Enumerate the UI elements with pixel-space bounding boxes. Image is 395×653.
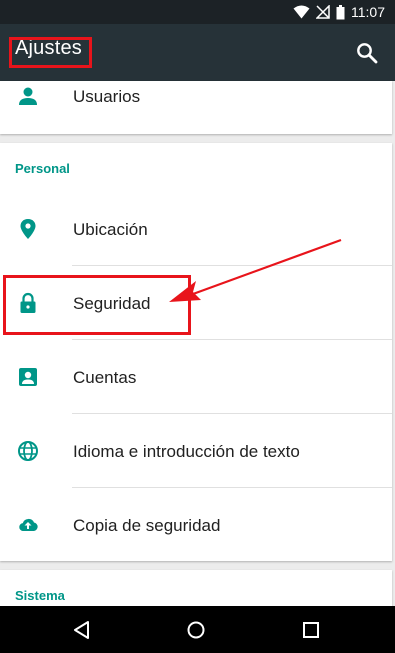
settings-item-label: Usuarios (73, 87, 141, 106)
status-time: 11:07 (351, 4, 385, 20)
cloud-upload-icon (19, 518, 38, 531)
settings-item-label: Cuentas (73, 368, 137, 387)
system-card: Sistema (0, 570, 392, 610)
section-header-sistema: Sistema (15, 588, 65, 603)
home-icon[interactable] (186, 620, 206, 640)
location-pin-icon (20, 219, 36, 239)
users-card: Usuarios (0, 81, 392, 134)
personal-card: Personal Ubicación Seguridad Cuentas Idi… (0, 143, 392, 561)
no-signal-icon (316, 5, 330, 19)
battery-icon (336, 4, 345, 19)
settings-item-label: Copia de seguridad (73, 516, 221, 535)
settings-item-label: Ubicación (73, 220, 148, 239)
settings-item-label: Idioma e introducción de texto (73, 442, 300, 461)
navigation-bar (0, 606, 395, 653)
globe-icon (18, 441, 38, 461)
back-icon[interactable] (72, 620, 92, 640)
person-icon (19, 87, 37, 105)
settings-item-cuentas[interactable]: Cuentas (0, 340, 392, 414)
account-box-icon (19, 368, 37, 386)
settings-item-idioma[interactable]: Idioma e introducción de texto (0, 414, 392, 488)
recent-apps-icon[interactable] (301, 620, 321, 640)
seguridad-highlight-box (3, 275, 191, 335)
settings-item-copia-seguridad[interactable]: Copia de seguridad (0, 488, 392, 562)
annotation-arrow-icon (169, 238, 342, 302)
status-bar: 11:07 (0, 0, 395, 24)
section-header-personal: Personal (15, 161, 70, 176)
settings-item-usuarios[interactable]: Usuarios (0, 59, 392, 133)
wifi-icon (293, 5, 310, 19)
